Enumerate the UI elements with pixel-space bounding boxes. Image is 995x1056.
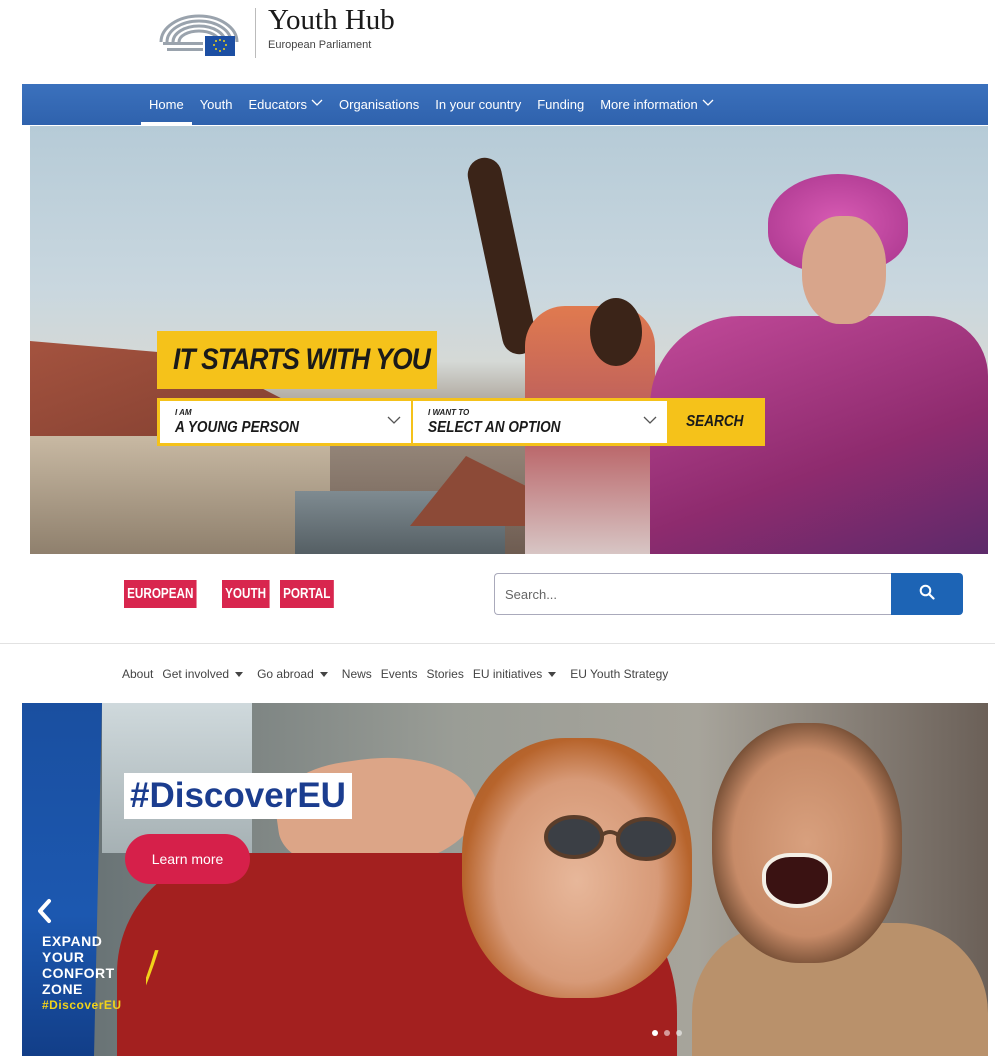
carousel-image-mouth xyxy=(762,853,832,908)
portal-nav-events[interactable]: Events xyxy=(381,667,418,681)
search-button[interactable] xyxy=(891,573,963,615)
hero-image-person xyxy=(802,216,886,324)
brand-divider xyxy=(255,8,256,58)
nav-item-youth[interactable]: Youth xyxy=(192,84,241,125)
portal-nav-eu-youth-strategy[interactable]: EU Youth Strategy xyxy=(570,667,668,681)
divider xyxy=(0,643,995,644)
carousel-dot[interactable] xyxy=(664,1030,670,1036)
nav-item-more-information[interactable]: More information xyxy=(592,84,722,125)
i-am-label: I AM xyxy=(175,408,192,417)
carousel-overlay-hashtag: #DiscoverEU xyxy=(42,998,122,1012)
site-brand[interactable]: Youth Hub European Parliament xyxy=(157,2,395,64)
nav-item-funding[interactable]: Funding xyxy=(529,84,592,125)
hero-search-button[interactable]: SEARCH xyxy=(667,401,762,443)
portal-nav-stories[interactable]: Stories xyxy=(426,667,463,681)
main-nav: Home Youth Educators Organisations In yo… xyxy=(22,84,988,125)
search-input[interactable] xyxy=(494,573,891,615)
european-youth-portal-logo[interactable]: EUROPEAN YOUTH PORTAL xyxy=(124,580,336,608)
i-am-value: A YOUNG PERSON xyxy=(175,419,299,436)
caret-down-icon xyxy=(235,671,244,677)
carousel-dot[interactable] xyxy=(676,1030,682,1036)
i-am-select[interactable]: I AM A YOUNG PERSON xyxy=(160,401,411,443)
portal-logo-word: PORTAL xyxy=(280,580,334,608)
portal-nav: About Get involved Go abroad News Events… xyxy=(122,667,677,681)
hero-tagline: IT STARTS WITH YOU xyxy=(157,331,437,389)
chevron-down-icon xyxy=(702,99,714,110)
carousel-headline: #DiscoverEU xyxy=(124,773,352,819)
site-subtitle: European Parliament xyxy=(268,39,372,51)
portal-search xyxy=(494,573,963,615)
portal-nav-get-involved[interactable]: Get involved xyxy=(162,667,244,681)
carousel-image-person xyxy=(462,738,692,998)
hero-banner: IT STARTS WITH YOU I AM A YOUNG PERSON I… xyxy=(30,126,988,554)
chevron-left-icon xyxy=(32,899,58,928)
hero-image-person xyxy=(464,154,540,358)
i-want-to-value: SELECT AN OPTION xyxy=(428,419,561,436)
learn-more-button[interactable]: Learn more xyxy=(125,834,250,884)
hero-finder: I AM A YOUNG PERSON I WANT TO SELECT AN … xyxy=(157,398,765,446)
nav-item-organisations[interactable]: Organisations xyxy=(331,84,427,125)
nav-item-educators[interactable]: Educators xyxy=(240,84,331,125)
caret-down-icon xyxy=(319,671,328,677)
nav-item-home[interactable]: Home xyxy=(141,84,192,125)
hero-image-house xyxy=(30,436,330,554)
i-want-to-label: I WANT TO xyxy=(428,408,470,417)
hero-image-person xyxy=(590,298,642,366)
discover-eu-carousel: #DiscoverEU Learn more EXPAND YOUR CONFO… xyxy=(22,703,988,1056)
chevron-down-icon xyxy=(643,413,657,427)
carousel-overlay-text: EXPAND YOUR CONFORT ZONE #DiscoverEU xyxy=(42,933,122,1012)
carousel-dot[interactable] xyxy=(652,1030,658,1036)
caret-down-icon xyxy=(548,671,557,677)
nav-item-in-your-country[interactable]: In your country xyxy=(427,84,529,125)
portal-nav-about[interactable]: About xyxy=(122,667,153,681)
carousel-prev-button[interactable] xyxy=(32,898,58,924)
chevron-down-icon xyxy=(387,413,401,427)
portal-nav-news[interactable]: News xyxy=(342,667,372,681)
portal-nav-eu-initiatives[interactable]: EU initiatives xyxy=(473,667,557,681)
carousel-image-person xyxy=(712,723,902,963)
site-title: Youth Hub xyxy=(268,4,395,36)
carousel-image-sunglasses xyxy=(542,813,682,863)
portal-logo-word: YOUTH xyxy=(222,580,270,608)
portal-logo-word: EUROPEAN xyxy=(124,580,197,608)
i-want-to-select[interactable]: I WANT TO SELECT AN OPTION xyxy=(413,401,667,443)
search-icon xyxy=(919,584,935,605)
european-parliament-logo xyxy=(157,2,241,64)
page: Youth Hub European Parliament Home Youth… xyxy=(0,0,995,1056)
carousel-pagination xyxy=(652,1030,682,1036)
chevron-down-icon xyxy=(311,99,323,110)
portal-nav-go-abroad[interactable]: Go abroad xyxy=(257,667,328,681)
